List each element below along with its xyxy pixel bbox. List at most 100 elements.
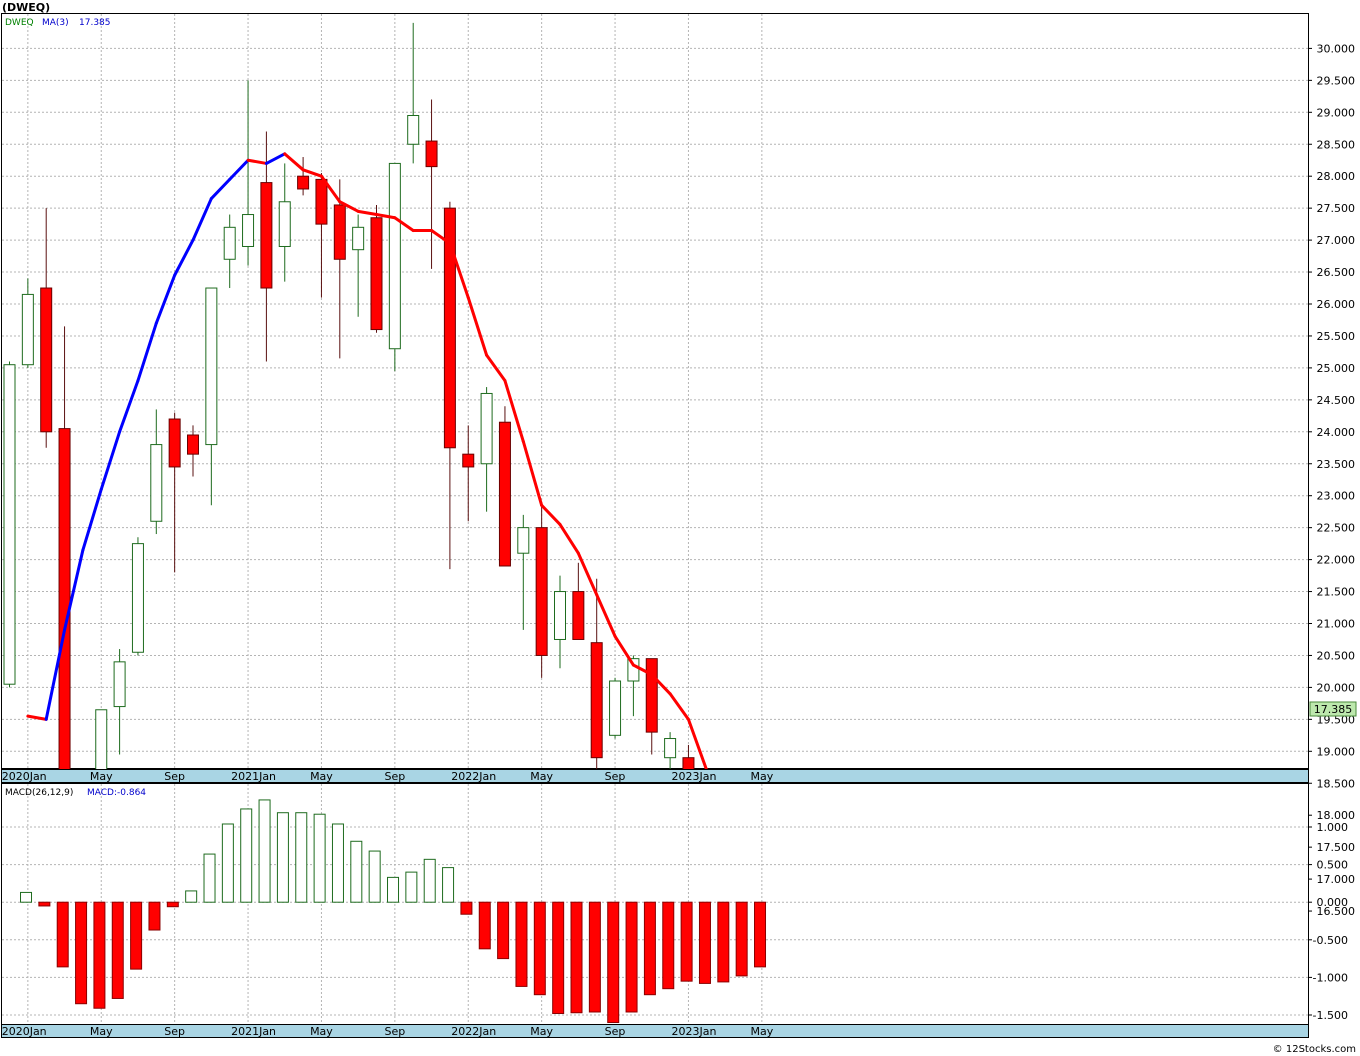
- price-x-tick-label: Sep: [164, 770, 185, 783]
- price-y-tick-label: 22.000: [1317, 554, 1356, 567]
- candle-body-down: [370, 217, 383, 331]
- price-x-tick-label: 2021Jan: [231, 770, 276, 783]
- price-y-tick-label: 17.000: [1317, 873, 1356, 886]
- candle-body-down: [498, 421, 511, 567]
- price-x-tick-label: May: [750, 770, 773, 783]
- price-y-tick-label: 27.500: [1317, 202, 1356, 215]
- macd-x-tick-label: 2020Jan: [2, 1025, 47, 1038]
- macd-bar-positive: [368, 850, 381, 903]
- macd-bar-negative: [698, 901, 711, 984]
- macd-bar-negative: [588, 901, 601, 1013]
- candle-body-up: [407, 114, 420, 145]
- candle-body-down: [168, 418, 181, 468]
- macd-bar-positive: [221, 823, 234, 903]
- candle-body-up: [609, 680, 622, 736]
- macd-bar-positive: [331, 823, 344, 903]
- price-y-tick-label: 23.500: [1317, 458, 1356, 471]
- price-y-tick-label: 24.000: [1317, 426, 1356, 439]
- macd-x-tick-label: May: [310, 1025, 333, 1038]
- candle-body-up: [554, 591, 566, 640]
- macd-bar-negative: [56, 901, 69, 968]
- candle-body-down: [297, 175, 310, 190]
- macd-bar-negative: [148, 901, 161, 931]
- macd-bar-negative: [497, 901, 510, 960]
- price-y-tick-label: 29.500: [1317, 74, 1356, 87]
- candle-body-down: [535, 527, 548, 656]
- price-y-tick-label: 28.500: [1317, 138, 1356, 151]
- candle-body-down: [572, 591, 585, 640]
- macd-y-tick-label: -1.000: [1313, 971, 1348, 984]
- ma-legend-value: 17.385: [79, 18, 111, 28]
- chart: 16.50017.00017.50018.00018.50019.00019.5…: [1, 1, 1357, 1055]
- macd-x-tick-label: 2023Jan: [671, 1025, 716, 1038]
- macd-bar-negative: [38, 901, 51, 907]
- candle-body-up: [21, 293, 34, 366]
- candle-body-down: [333, 204, 346, 260]
- price-y-tick-label: 27.000: [1317, 234, 1356, 247]
- macd-bar-positive: [350, 840, 363, 903]
- macd-bar-positive: [258, 799, 271, 903]
- macd-bar-positive: [387, 876, 400, 903]
- candle-body-down: [260, 182, 273, 289]
- price-y-tick-label: 25.500: [1317, 330, 1356, 343]
- price-y-tick-label: 17.500: [1317, 841, 1356, 854]
- price-x-tick-label: 2020Jan: [2, 770, 47, 783]
- macd-bar-positive: [313, 813, 326, 903]
- candle-body-down: [462, 453, 475, 468]
- candle-body-up: [113, 661, 126, 708]
- price-x-tick-label: May: [530, 770, 553, 783]
- macd-bar-positive: [442, 867, 455, 903]
- candle-body-up: [242, 214, 255, 247]
- macd-bar-negative: [570, 901, 583, 1014]
- macd-bar-negative: [717, 901, 730, 983]
- macd-bar-positive: [20, 891, 33, 903]
- price-y-axis: 16.50017.00017.50018.00018.50019.00019.5…: [1308, 42, 1355, 918]
- macd-bar-negative: [515, 901, 528, 987]
- macd-y-tick-label: 0.500: [1317, 859, 1349, 872]
- macd-x-tick-label: May: [530, 1025, 553, 1038]
- price-y-tick-label: 22.500: [1317, 522, 1356, 535]
- candle-body-down: [58, 428, 71, 781]
- candle-body-down: [645, 658, 658, 733]
- candle-body-up: [627, 658, 640, 682]
- candle-body-down: [425, 140, 438, 168]
- macd-bar-negative: [735, 901, 748, 977]
- macd-y-tick-label: -1.500: [1313, 1009, 1348, 1022]
- price-date-band: [1, 769, 1309, 783]
- macd-bar-positive: [295, 812, 308, 903]
- candle-body-up: [131, 543, 144, 653]
- price-x-tick-label: Sep: [384, 770, 405, 783]
- macd-x-tick-label: May: [90, 1025, 113, 1038]
- macd-bar-negative: [625, 901, 638, 1013]
- macd-bar-negative: [130, 901, 143, 970]
- candle-body-up: [278, 201, 291, 247]
- price-y-tick-label: 26.500: [1317, 266, 1356, 279]
- macd-bar-negative: [460, 901, 473, 915]
- macd-bar-negative: [680, 901, 693, 982]
- macd-bar-negative: [111, 901, 124, 999]
- last-price-label: 17.385: [1314, 703, 1353, 716]
- price-y-tick-label: 21.500: [1317, 586, 1356, 599]
- price-y-tick-label: 30.000: [1317, 42, 1356, 55]
- price-x-tick-label: May: [90, 770, 113, 783]
- candle-body-up: [3, 364, 16, 685]
- price-y-tick-label: 28.000: [1317, 170, 1356, 183]
- macd-bar-negative: [478, 901, 491, 950]
- macd-legend: MACD(26,12,9): [5, 788, 73, 798]
- macd-bar-positive: [203, 853, 216, 903]
- macd-bar-positive: [423, 858, 436, 903]
- macd-bar-negative: [75, 901, 88, 1005]
- price-y-tick-label: 18.500: [1317, 777, 1356, 790]
- macd-y-tick-label: 1.000: [1317, 821, 1349, 834]
- macd-x-tick-label: 2022Jan: [451, 1025, 496, 1038]
- candle-body-up: [150, 444, 163, 522]
- price-x-tick-label: 2023Jan: [671, 770, 716, 783]
- macd-y-tick-label: 0.000: [1317, 896, 1349, 909]
- price-y-tick-label: 26.000: [1317, 298, 1356, 311]
- macd-x-tick-label: 2021Jan: [231, 1025, 276, 1038]
- symbol-legend: DWEQ: [5, 18, 34, 28]
- ma-legend: MA(3): [42, 18, 69, 28]
- macd-y-tick-label: -0.500: [1313, 934, 1348, 947]
- macd-bar-positive: [405, 871, 418, 903]
- price-x-tick-label: May: [310, 770, 333, 783]
